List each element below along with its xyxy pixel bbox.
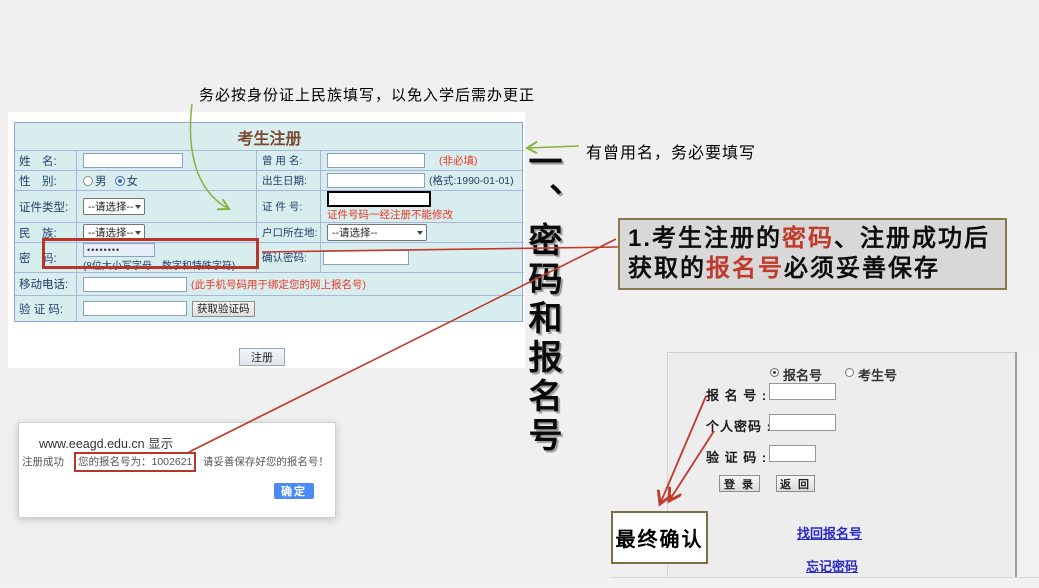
- back-button[interactable]: 返 回: [776, 475, 815, 492]
- confirm-password-input[interactable]: [323, 250, 409, 265]
- login-regno-label: 报 名 号 :: [706, 385, 767, 404]
- alert-title: www.eeagd.edu.cn 显示: [39, 433, 173, 452]
- regno-radio-label[interactable]: 报名号: [783, 365, 822, 384]
- ethnicity-annotation: 务必按身份证上民族填写，以免入学后需办更正: [199, 84, 535, 105]
- mobile-hint: (此手机号码用于绑定您的网上报名号): [191, 277, 366, 292]
- former-name-flag: (非必填): [439, 153, 478, 168]
- birth-format-hint: (格式:1990-01-01): [429, 173, 514, 188]
- candno-radio-label[interactable]: 考生号: [858, 365, 897, 384]
- gender-label: 性 别:: [15, 171, 77, 191]
- get-captcha-button[interactable]: 获取验证码: [192, 301, 255, 317]
- chevron-down-icon: [135, 205, 141, 209]
- registration-form: 考生注册 姓 名: 曾 用 名: (非必填) 性 别: 男 女 出生日期: (格…: [14, 122, 523, 322]
- alert-ok-button[interactable]: 确定: [274, 483, 314, 499]
- alert-status-text: 注册成功: [22, 456, 64, 468]
- login-captcha-label: 验 证 码 :: [706, 447, 767, 466]
- former-name-input[interactable]: [327, 153, 425, 168]
- alert-dialog: www.eeagd.edu.cn 显示 注册成功 您的报名号为：1002621，请…: [18, 422, 336, 518]
- login-regno-input[interactable]: [769, 383, 836, 400]
- gender-male-radio-icon[interactable]: [83, 176, 93, 186]
- chevron-down-icon: [417, 231, 423, 235]
- id-number-input[interactable]: [327, 191, 431, 207]
- form-title: 考生注册: [15, 123, 524, 151]
- panel-right-margin: [1017, 352, 1039, 578]
- id-type-label: 证件类型:: [15, 191, 77, 223]
- tip-regno-highlight: 报名号: [706, 255, 784, 282]
- final-confirm-callout: 最终确认: [611, 511, 708, 564]
- login-captcha-input[interactable]: [769, 445, 816, 462]
- id-number-label: 证 件 号:: [257, 191, 321, 223]
- tip-text: 必须妥善保存: [784, 255, 940, 282]
- gender-male-option[interactable]: 男: [95, 173, 107, 189]
- gender-female-option[interactable]: 女: [127, 173, 139, 189]
- mobile-input[interactable]: [83, 277, 187, 292]
- household-label: 户口所在地:: [257, 223, 321, 243]
- login-password-label: 个人密码 :: [706, 416, 772, 435]
- regno-radio-icon[interactable]: [770, 368, 779, 377]
- candno-radio-icon[interactable]: [845, 368, 854, 377]
- confirm-password-label: 确认密码:: [257, 243, 321, 273]
- former-name-annotation: 有曾用名，务必要填写: [586, 139, 756, 163]
- birth-date-input[interactable]: [327, 173, 425, 188]
- password-highlight-rect: [42, 238, 259, 269]
- login-button[interactable]: 登 录: [719, 475, 760, 492]
- section-title-vertical: 一、密码和报名号: [521, 144, 563, 456]
- name-label: 姓 名:: [15, 151, 77, 171]
- login-password-input[interactable]: [769, 414, 836, 431]
- find-regno-link[interactable]: 找回报名号: [797, 523, 862, 542]
- mobile-label: 移动电话:: [15, 273, 77, 296]
- slide-canvas: 务必按身份证上民族填写，以免入学后需办更正 考生注册 姓 名: 曾 用 名: (…: [0, 0, 1039, 588]
- tip-text: 1.考生注册的: [628, 225, 782, 252]
- tip-password-highlight: 密码: [782, 225, 834, 252]
- captcha-input[interactable]: [83, 301, 187, 316]
- captcha-label: 验 证 码:: [15, 296, 77, 321]
- name-input[interactable]: [83, 153, 183, 168]
- id-type-select[interactable]: --请选择--: [83, 198, 145, 215]
- regno-highlight-text: 您的报名号为：1002621: [78, 456, 192, 468]
- id-number-warning: 证件号码一经注册不能修改: [327, 207, 453, 222]
- birth-date-label: 出生日期:: [257, 171, 321, 191]
- household-select[interactable]: --请选择--: [327, 224, 427, 241]
- forgot-password-link[interactable]: 忘记密码: [806, 556, 858, 575]
- gender-female-radio-icon[interactable]: [115, 176, 125, 186]
- bottom-strip: [0, 578, 1039, 588]
- alert-message: 注册成功 您的报名号为：1002621，请妥善保存好您的报名号！: [22, 454, 329, 469]
- register-button[interactable]: 注册: [239, 348, 285, 366]
- tip-box: 1.考生注册的密码、注册成功后获取的报名号必须妥善保存: [618, 218, 1007, 290]
- alert-suffix-text: ，请妥善保存好您的报名号！: [192, 456, 329, 468]
- chevron-down-icon: [135, 231, 141, 235]
- former-name-label: 曾 用 名:: [257, 151, 321, 171]
